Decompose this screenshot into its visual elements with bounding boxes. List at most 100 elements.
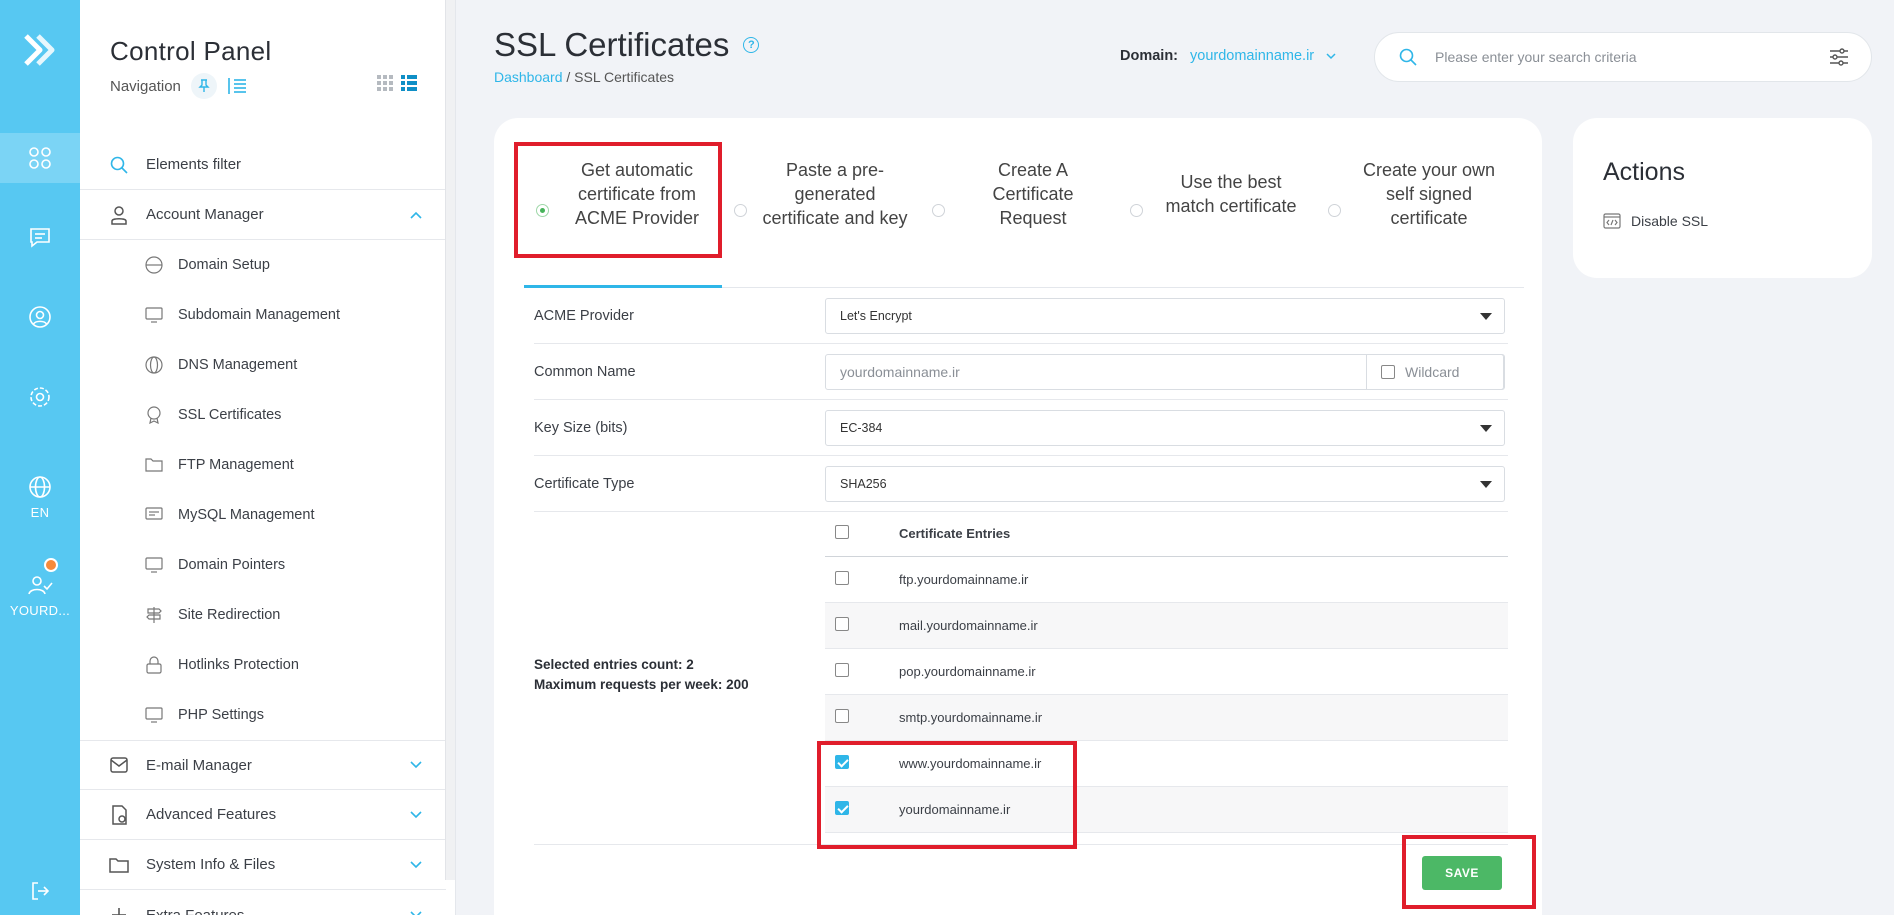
pin-icon[interactable] xyxy=(190,73,217,99)
selected-entries-count: Selected entries count: 2 xyxy=(534,657,694,672)
chevron-down-icon xyxy=(410,860,422,868)
elements-filter[interactable]: Elements filter xyxy=(80,140,446,190)
breadcrumb: Dashboard / SSL Certificates xyxy=(494,69,674,85)
table-row: yourdomainname.ir xyxy=(825,787,1508,833)
acme-provider-select[interactable]: Let's Encrypt xyxy=(825,298,1505,334)
view-toggles xyxy=(377,75,417,91)
tab-radio[interactable] xyxy=(1130,204,1143,217)
entry-checkbox[interactable] xyxy=(835,755,849,769)
key-size-select[interactable]: EC-384 xyxy=(825,410,1505,446)
search-bar[interactable]: Please enter your search criteria xyxy=(1374,32,1872,82)
search-input[interactable]: Please enter your search criteria xyxy=(1435,49,1829,65)
database-icon xyxy=(144,505,164,525)
tab-2[interactable]: Paste a pre-generated certificate and ke… xyxy=(722,142,920,287)
wildcard-label: Wildcard xyxy=(1405,364,1460,380)
certificate-type-select[interactable]: SHA256 xyxy=(825,466,1505,502)
language-label: EN xyxy=(30,504,50,520)
entry-hostname: ftp.yourdomainname.ir xyxy=(899,572,1029,587)
entry-checkbox[interactable] xyxy=(835,709,849,723)
sidebar-item-dns-management[interactable]: DNS Management xyxy=(80,340,446,390)
sidebar-item-domain-pointers[interactable]: Domain Pointers xyxy=(80,540,446,590)
entry-hostname: pop.yourdomainname.ir xyxy=(899,664,1036,679)
sidebar-item-label: Site Redirection xyxy=(178,607,281,623)
save-button[interactable]: SAVE xyxy=(1422,856,1502,890)
caret-down-icon xyxy=(1480,481,1492,488)
entry-checkbox[interactable] xyxy=(835,617,849,631)
advanced-features-label: Advanced Features xyxy=(146,806,277,823)
app-logo-icon[interactable] xyxy=(22,32,58,68)
list-numbered-icon[interactable] xyxy=(227,77,247,95)
rail-account[interactable] xyxy=(0,292,80,342)
rail-messages[interactable] xyxy=(0,212,80,262)
tab-radio[interactable] xyxy=(734,204,747,217)
wildcard-toggle[interactable]: Wildcard xyxy=(1366,354,1504,390)
entry-hostname: mail.yourdomainname.ir xyxy=(899,618,1038,633)
sidebar-item-domain-setup[interactable]: Domain Setup xyxy=(80,240,446,290)
tab-4[interactable]: Use the best match certificate xyxy=(1118,142,1316,287)
wildcard-checkbox[interactable] xyxy=(1381,365,1395,379)
common-name-placeholder: yourdomainname.ir xyxy=(840,364,960,380)
sidebar-item-ssl-certificates[interactable]: SSL Certificates xyxy=(80,390,446,440)
tab-label: Paste a pre-generated certificate and ke… xyxy=(762,160,908,228)
actions-card: Actions Disable SSL xyxy=(1573,118,1872,278)
select-all-checkbox[interactable] xyxy=(835,525,849,539)
sidebar-item-php-settings[interactable]: PHP Settings xyxy=(80,690,446,740)
sidebar-item-label: PHP Settings xyxy=(178,707,264,723)
filter-sliders-icon[interactable] xyxy=(1829,48,1849,66)
tab-1[interactable]: Get automatic certificate from ACME Prov… xyxy=(524,142,722,288)
sidebar-item-site-redirection[interactable]: Site Redirection xyxy=(80,590,446,640)
chevron-down-icon xyxy=(410,911,422,915)
key-size-row: Key Size (bits) EC-384 xyxy=(534,400,1508,456)
domain-value[interactable]: yourdomainname.ir xyxy=(1190,48,1314,64)
help-icon[interactable]: ? xyxy=(743,37,760,53)
tab-radio[interactable] xyxy=(932,204,945,217)
entry-checkbox[interactable] xyxy=(835,663,849,677)
rail-dashboard[interactable] xyxy=(0,133,80,183)
common-name-input[interactable]: yourdomainname.ir Wildcard xyxy=(825,354,1505,390)
sidebar-item-label: DNS Management xyxy=(178,357,298,373)
users-icon xyxy=(28,575,53,594)
breadcrumb-current: / SSL Certificates xyxy=(562,69,675,85)
sidebar-item-label: MySQL Management xyxy=(178,507,315,523)
user-label: YOURD... xyxy=(9,602,71,618)
entry-hostname: smtp.yourdomainname.ir xyxy=(899,710,1043,725)
chevron-down-icon xyxy=(410,810,422,818)
sidebar-item-mysql-management[interactable]: MySQL Management xyxy=(80,490,446,540)
table-row: www.yourdomainname.ir xyxy=(825,741,1508,787)
logout-icon xyxy=(32,882,50,900)
sidebar-item-subdomain-management[interactable]: Subdomain Management xyxy=(80,290,446,340)
signpost-icon xyxy=(144,605,164,625)
user-icon xyxy=(108,204,130,226)
entry-checkbox[interactable] xyxy=(835,571,849,585)
sidebar-scrollbar[interactable] xyxy=(445,0,455,880)
rail-user[interactable]: YOURD... xyxy=(0,560,80,630)
rail-logout[interactable] xyxy=(0,866,80,915)
sidebar-email-manager[interactable]: E-mail Manager xyxy=(80,740,446,790)
tab-5[interactable]: Create your own self signed certificate xyxy=(1316,142,1514,287)
rail-settings[interactable] xyxy=(0,372,80,422)
sidebar-extra-features[interactable]: Extra Features xyxy=(80,890,446,915)
monitor-icon xyxy=(144,305,164,325)
entry-checkbox[interactable] xyxy=(835,801,849,815)
rail-language[interactable]: EN xyxy=(0,462,80,532)
disable-ssl-action[interactable]: Disable SSL xyxy=(1603,213,1708,229)
certificate-type-row: Certificate Type SHA256 xyxy=(534,456,1508,512)
tab-3[interactable]: Create A Certificate Request xyxy=(920,142,1118,287)
tab-radio[interactable] xyxy=(536,204,549,217)
grid-view-icon[interactable] xyxy=(377,75,393,91)
sidebar-account-manager[interactable]: Account Manager xyxy=(80,190,446,240)
list-view-icon[interactable] xyxy=(401,75,417,91)
domain-selector[interactable]: Domain: yourdomainname.ir xyxy=(1120,48,1336,64)
sidebar-item-ftp-management[interactable]: FTP Management xyxy=(80,440,446,490)
sidebar-advanced-features[interactable]: Advanced Features xyxy=(80,790,446,840)
monitor-icon xyxy=(144,555,164,575)
sidebar-system-info[interactable]: System Info & Files xyxy=(80,840,446,890)
table-row: mail.yourdomainname.ir xyxy=(825,603,1508,649)
tab-radio[interactable] xyxy=(1328,204,1341,217)
disable-ssl-label: Disable SSL xyxy=(1631,213,1709,229)
sidebar-item-hotlinks-protection[interactable]: Hotlinks Protection xyxy=(80,640,446,690)
chevron-up-icon xyxy=(410,211,422,219)
key-size-value: EC-384 xyxy=(840,421,883,435)
breadcrumb-dashboard-link[interactable]: Dashboard xyxy=(494,69,563,85)
email-manager-label: E-mail Manager xyxy=(146,756,252,774)
